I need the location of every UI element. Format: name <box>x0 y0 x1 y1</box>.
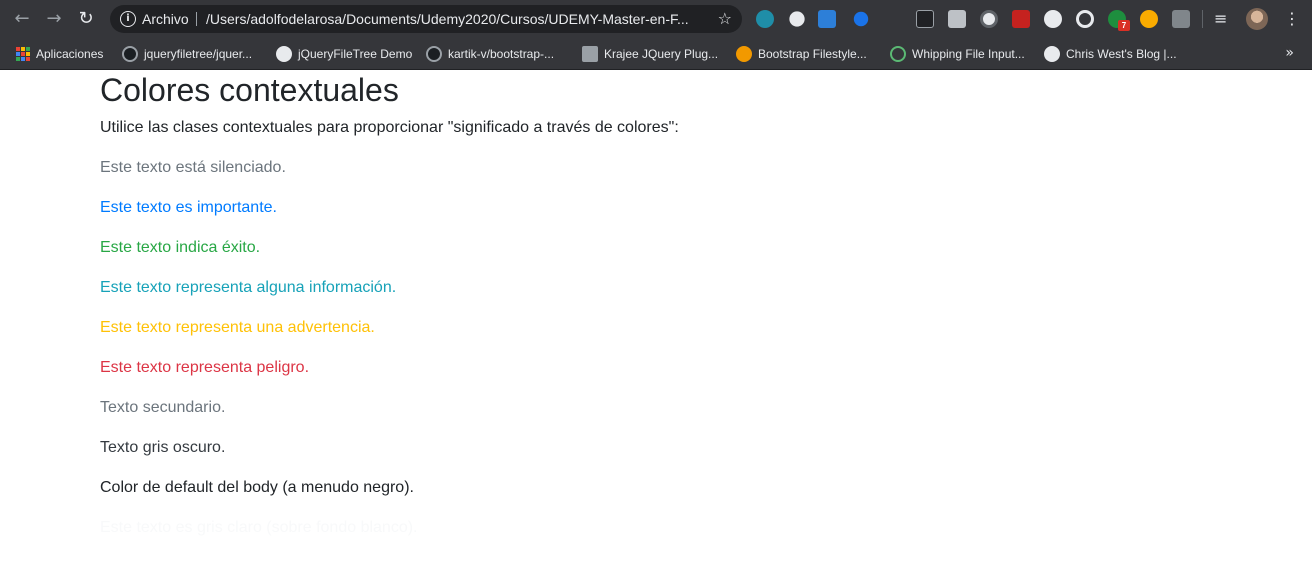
search-yellow-ext-icon[interactable] <box>1140 10 1158 28</box>
chrome-ext-c-icon[interactable] <box>756 10 774 28</box>
globe-icon <box>1044 46 1060 62</box>
fruit-icon <box>736 46 752 62</box>
bookmark-label: Aplicaciones <box>36 47 104 61</box>
bookmark-aplicaciones[interactable]: Aplicaciones <box>16 44 103 64</box>
check-ext-icon[interactable] <box>853 11 869 27</box>
page-ext-icon[interactable] <box>948 10 966 28</box>
text-warning: Este texto representa una advertencia. <box>100 319 375 336</box>
more-menu-icon[interactable]: ⋮ <box>1284 9 1300 29</box>
bookmark-label: kartik-v/bootstrap-... <box>448 47 555 61</box>
off-ext-icon[interactable] <box>1012 10 1030 28</box>
github-icon <box>426 46 442 62</box>
bookmark-label: jqueryfiletree/jquer... <box>144 47 253 61</box>
bookmark-label: Chris West's Blog |... <box>1066 47 1177 61</box>
apps-grid-icon <box>16 47 30 61</box>
bookmark-jqueryfiletree-demo[interactable]: jQueryFileTree Demo <box>276 44 412 64</box>
bookmark-chris-west-blog[interactable]: Chris West's Blog |... <box>1044 44 1177 64</box>
bookmarks-overflow-icon[interactable]: » <box>1285 45 1294 61</box>
bookmark-bootstrap-filestyle[interactable]: Bootstrap Filestyle... <box>736 44 867 64</box>
forward-arrow-icon[interactable]: → <box>44 9 64 29</box>
media-queue-icon[interactable]: ≡ <box>1214 9 1227 29</box>
text-primary: Este texto es importante. <box>100 199 277 216</box>
bookmark-star-icon[interactable]: ☆ <box>718 9 732 29</box>
target-ext-icon[interactable] <box>1076 10 1094 28</box>
text-success: Este texto indica éxito. <box>100 239 261 256</box>
text-dark: Texto gris oscuro. <box>100 439 226 456</box>
terminal-ext-icon[interactable] <box>916 10 934 28</box>
profile-avatar[interactable] <box>1246 8 1268 30</box>
bookmark-kartik-v[interactable]: kartik-v/bootstrap-... <box>426 44 554 64</box>
intro-text: Utilice las clases contextuales para pro… <box>100 119 679 136</box>
omnibox-separator <box>196 12 197 26</box>
leaf-icon <box>890 46 906 62</box>
reload-icon[interactable]: ↻ <box>76 9 96 29</box>
extension-badge: 7 <box>1118 20 1130 31</box>
info-icon[interactable]: i <box>120 11 136 27</box>
url-text[interactable]: /Users/adolfodelarosa/Documents/Udemy202… <box>206 11 706 27</box>
bookmarks-bar: Aplicaciones jqueryfiletree/jquer... jQu… <box>0 38 1312 70</box>
circle-ext-icon[interactable] <box>980 10 998 28</box>
text-body: Color de default del body (a menudo negr… <box>100 479 414 496</box>
bookmark-label: Whipping File Input... <box>912 47 1025 61</box>
globe-icon <box>276 46 292 62</box>
bookmark-jqueryfiletree[interactable]: jqueryfiletree/jquer... <box>122 44 252 64</box>
moon-ext-icon[interactable] <box>1044 10 1062 28</box>
bookmark-label: Bootstrap Filestyle... <box>758 47 867 61</box>
toolbar-divider <box>1202 10 1203 28</box>
page-title: Colores contextuales <box>100 72 399 108</box>
contextual-lines: Este texto está silenciado. Este texto e… <box>100 156 1200 540</box>
bookmark-krajee[interactable]: Krajee JQuery Plug... <box>582 44 718 64</box>
address-bar[interactable]: i Archivo /Users/adolfodelarosa/Document… <box>110 5 742 33</box>
text-muted: Este texto está silenciado. <box>100 159 286 176</box>
back-arrow-icon[interactable]: ← <box>12 9 32 29</box>
github-icon <box>122 46 138 62</box>
text-secondary: Texto secundario. <box>100 399 226 416</box>
search-ext-icon[interactable] <box>789 11 805 27</box>
bookmark-label: Krajee JQuery Plug... <box>604 47 719 61</box>
code-ext-icon[interactable] <box>1172 10 1190 28</box>
bookmark-whipping-file-input[interactable]: Whipping File Input... <box>890 44 1025 64</box>
text-light: Este texto es gris claro (sobre fondo bl… <box>100 519 418 536</box>
s-ext-icon[interactable] <box>818 10 836 28</box>
browser-toolbar: ← → ↻ i Archivo /Users/adolfodelarosa/Do… <box>0 0 1312 38</box>
text-danger: Este texto representa peligro. <box>100 359 310 376</box>
krajee-icon <box>582 46 598 62</box>
page-content: Colores contextuales Utilice las clases … <box>100 70 1200 540</box>
bookmark-label: jQueryFileTree Demo <box>298 47 413 61</box>
scheme-label: Archivo <box>142 11 189 27</box>
text-info: Este texto representa alguna información… <box>100 279 397 296</box>
